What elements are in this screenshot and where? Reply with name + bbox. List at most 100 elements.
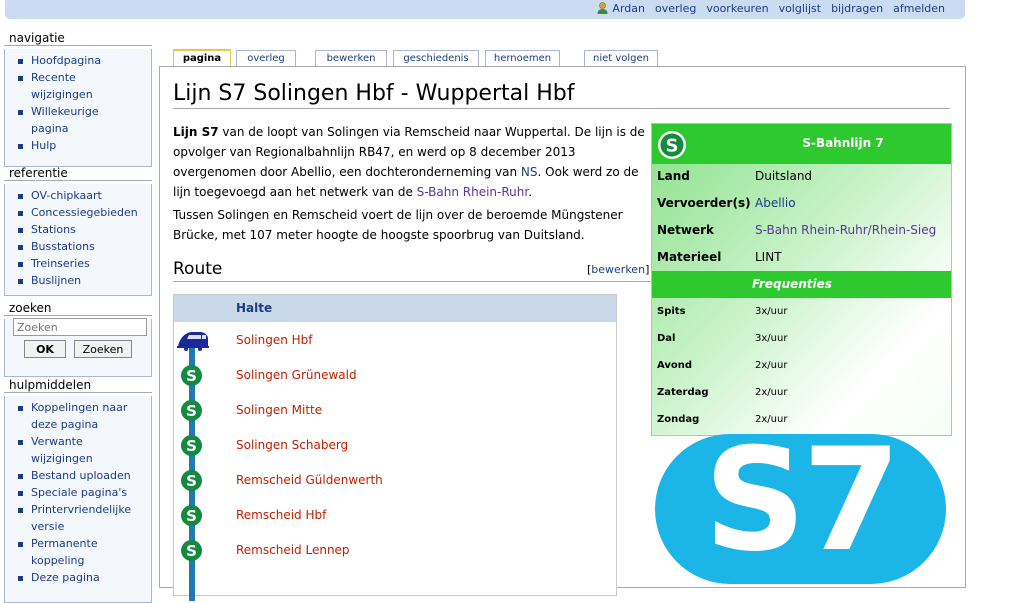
ref-stations[interactable]: Stations — [5, 221, 151, 238]
tab-bewerken[interactable]: bewerken — [315, 50, 387, 67]
stop-remscheid-guldenwerth[interactable]: Remscheid Güldenwerth — [236, 473, 383, 487]
portlet-title: referentie — [4, 166, 152, 181]
title-divider — [173, 108, 950, 109]
page-title: Lijn S7 Solingen Hbf - Wuppertal Hbf — [173, 81, 575, 106]
stop-solingen-hbf[interactable]: Solingen Hbf — [236, 333, 313, 347]
s-bahn-icon: S — [181, 365, 202, 386]
s7-line-logo: S7 — [655, 434, 946, 584]
user-link[interactable]: Ardan — [597, 2, 645, 15]
nav-willekeurige-pagina[interactable]: Willekeurige — [5, 103, 151, 120]
nav-willekeurige-pagina-cont[interactable]: pagina — [5, 120, 151, 137]
svg-text:S: S — [186, 437, 197, 455]
freq-value-zaterdag: 2x/uur — [755, 387, 788, 398]
go-button[interactable]: OK — [24, 340, 66, 358]
infobox-label-netwerk: Netwerk — [657, 223, 715, 237]
portlet-referentie: referentie OV-chipkaart Concessiegebiede… — [4, 166, 152, 296]
tool-permalink[interactable]: Permanente — [5, 535, 151, 552]
tab-geschiedenis[interactable]: geschiedenis — [393, 50, 479, 67]
tab-niet-volgen[interactable]: niet volgen — [584, 50, 658, 67]
infobox-label-vervoerder: Vervoerder(s) — [657, 196, 751, 210]
route-table-header: Halte — [174, 295, 616, 322]
stop-remscheid-lennep[interactable]: Remscheid Lennep — [236, 543, 350, 557]
portlet-title: zoeken — [4, 301, 152, 316]
tool-upload[interactable]: Bestand uploaden — [5, 467, 151, 484]
freq-label-avond: Avond — [657, 360, 693, 371]
ref-buslijnen[interactable]: Buslijnen — [5, 272, 151, 289]
infobox-value-materieel: LINT — [755, 250, 782, 264]
intro-text-3: . — [528, 185, 533, 199]
intro-bold: Lijn S7 — [173, 125, 219, 139]
tool-whatlinkshere-cont[interactable]: deze pagina — [5, 416, 151, 433]
tab-pagina[interactable]: pagina — [173, 49, 231, 67]
nav-hoofdpagina[interactable]: Hoofdpagina — [5, 52, 151, 69]
freq-value-avond: 2x/uur — [755, 360, 788, 371]
freq-label-spits: Spits — [657, 306, 686, 317]
route-table: Halte Solingen Hbf S Solingen Grünewald … — [173, 294, 617, 601]
tab-hernoemen[interactable]: hernoemen — [485, 50, 560, 67]
user-icon — [597, 2, 608, 14]
freq-label-dal: Dal — [657, 333, 676, 344]
tool-related-changes-cont[interactable]: wijzigingen — [5, 450, 151, 467]
infobox: S S-Bahnlijn 7 Land Duitsland Vervoerder… — [651, 123, 952, 436]
route-divider — [173, 281, 651, 282]
infobox-link-netwerk[interactable]: S-Bahn Rhein-Ruhr/Rhein-Sieg — [755, 223, 936, 237]
route-heading: Route — [173, 259, 223, 279]
tool-related-changes[interactable]: Verwante — [5, 433, 151, 450]
personal-link-volglijst[interactable]: volglijst — [779, 2, 822, 15]
portlet-navigatie: navigatie Hoofdpagina Recente wijziginge… — [4, 31, 152, 167]
stop-remscheid-hbf[interactable]: Remscheid Hbf — [236, 508, 326, 522]
personal-link-bijdragen[interactable]: bijdragen — [831, 2, 883, 15]
frequencies-title: Frequenties — [752, 277, 832, 291]
personal-bar: Ardan overleg voorkeuren volglijst bijdragen… — [5, 0, 965, 19]
tool-permalink-cont[interactable]: koppeling — [5, 552, 151, 569]
freq-value-spits: 3x/uur — [755, 306, 788, 317]
personal-link-voorkeuren[interactable]: voorkeuren — [706, 2, 768, 15]
infobox-value-land: Duitsland — [755, 169, 813, 183]
tool-printable-cont[interactable]: versie — [5, 518, 151, 535]
infobox-label-land: Land — [657, 169, 690, 183]
tab-overleg[interactable]: overleg — [236, 50, 296, 67]
edit-section: [bewerken] — [587, 263, 650, 276]
nav-recente-wijzigingen[interactable]: Recente — [5, 69, 151, 86]
ref-ov-chipkaart[interactable]: OV-chipkaart — [5, 187, 151, 204]
stop-solingen-schaberg[interactable]: Solingen Schaberg — [236, 438, 348, 452]
tool-page-info[interactable]: Deze pagina — [5, 569, 151, 586]
ref-busstations[interactable]: Busstations — [5, 238, 151, 255]
nav-recente-wijzigingen-cont[interactable]: wijzigingen — [5, 86, 151, 103]
bridge-paragraph: Tussen Solingen en Remscheid voert de li… — [173, 208, 623, 242]
s-bahn-icon: S — [181, 435, 202, 456]
tool-whatlinkshere[interactable]: Koppelingen naar — [5, 399, 151, 416]
freq-value-zondag: 2x/uur — [755, 414, 788, 425]
search-input[interactable] — [13, 318, 147, 336]
search-button[interactable]: Zoeken — [74, 340, 132, 358]
halte-header: Halte — [236, 301, 273, 315]
infobox-title: S-Bahnlijn 7 — [802, 136, 884, 150]
freq-label-zondag: Zondag — [657, 414, 700, 425]
link-s-bahn-rhein-ruhr[interactable]: S-Bahn Rhein-Ruhr — [417, 185, 529, 199]
link-ns[interactable]: NS — [521, 165, 538, 179]
infobox-link-abellio[interactable]: Abellio — [755, 196, 796, 210]
svg-text:S: S — [186, 472, 197, 490]
svg-text:S: S — [186, 367, 197, 385]
edit-section-link[interactable]: bewerken — [591, 263, 645, 276]
tool-special-pages[interactable]: Speciale pagina's — [5, 484, 151, 501]
portlet-hulpmiddelen: hulpmiddelen Koppelingen naar deze pagin… — [4, 378, 152, 603]
freq-value-dal: 3x/uur — [755, 333, 788, 344]
svg-text:S: S — [186, 507, 197, 525]
nav-hulp[interactable]: Hulp — [5, 137, 151, 154]
freq-label-zaterdag: Zaterdag — [657, 387, 709, 398]
ref-concessiegebieden[interactable]: Concessiegebieden — [5, 204, 151, 221]
s-bahn-icon: S — [181, 505, 202, 526]
intro-paragraph: Lijn S7 van de loopt van Solingen via Re… — [173, 122, 653, 202]
portlet-title: hulpmiddelen — [4, 378, 152, 393]
portlet-zoeken: zoeken OK Zoeken — [4, 301, 152, 377]
personal-link-overleg[interactable]: overleg — [655, 2, 696, 15]
stop-solingen-grunewald[interactable]: Solingen Grünewald — [236, 368, 357, 382]
svg-text:S: S — [186, 402, 197, 420]
ref-treinseries[interactable]: Treinseries — [5, 255, 151, 272]
tool-printable[interactable]: Printervriendelijke — [5, 501, 151, 518]
personal-link-afmelden[interactable]: afmelden — [893, 2, 945, 15]
portlet-title: navigatie — [4, 31, 152, 46]
infobox-label-materieel: Materieel — [657, 250, 722, 264]
stop-solingen-mitte[interactable]: Solingen Mitte — [236, 403, 322, 417]
